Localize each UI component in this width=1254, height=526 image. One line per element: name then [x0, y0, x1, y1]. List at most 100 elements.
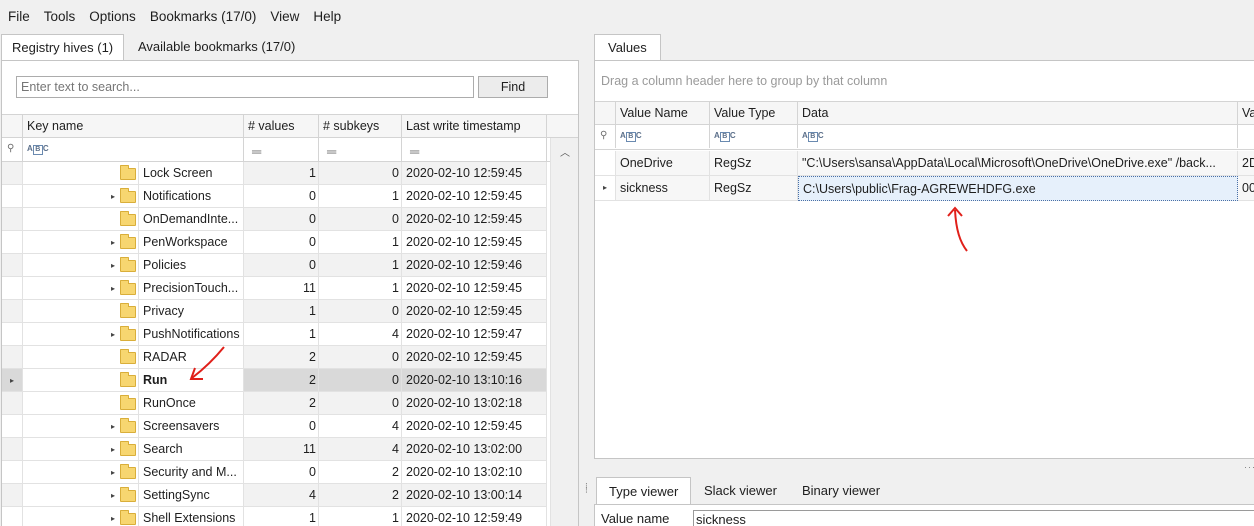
key-name-cell[interactable]: PenWorkspace — [139, 231, 244, 254]
key-row[interactable]: ▸ PushNotifications 1 4 2020-02-10 12:59:47 — [2, 323, 547, 346]
key-name-cell[interactable]: Security and M... — [139, 461, 244, 484]
expand-icon[interactable]: ▸ — [111, 231, 115, 253]
panel-splitter[interactable]: ⁝ ⁝ — [585, 482, 589, 495]
tab-binary-viewer[interactable]: Binary viewer — [790, 477, 892, 504]
key-row[interactable]: ▸ SettingSync 4 2 2020-02-10 13:00:14 — [2, 484, 547, 507]
scroll-up-icon[interactable]: ︿ — [560, 144, 570, 159]
group-by-bar[interactable]: Drag a column header here to group by th… — [595, 61, 1254, 101]
column-header-key-name[interactable]: Key name — [23, 115, 244, 138]
expand-icon[interactable]: ▸ — [111, 254, 115, 276]
key-name-cell[interactable]: Screensavers — [139, 415, 244, 438]
vertical-scrollbar[interactable]: ︿ — [550, 138, 578, 526]
key-row[interactable]: ▸ PrecisionTouch... 11 1 2020-02-10 12:59:45 — [2, 277, 547, 300]
data-cell[interactable]: "C:\Users\sansa\AppData\Local\Microsoft\… — [798, 151, 1238, 176]
key-row[interactable]: ▸ Policies 0 1 2020-02-10 12:59:46 — [2, 254, 547, 277]
value-type-cell[interactable]: RegSz — [710, 176, 798, 201]
search-input[interactable] — [16, 76, 474, 98]
key-row[interactable]: RADAR 2 0 2020-02-10 12:59:45 — [2, 346, 547, 369]
expand-icon[interactable]: ▸ — [111, 323, 115, 345]
folder-icon — [120, 257, 136, 272]
tab-values[interactable]: Values — [594, 34, 661, 61]
value-type-cell[interactable]: RegSz — [710, 151, 798, 176]
filter-data[interactable]: ABC — [798, 125, 1238, 148]
value-slack-cell[interactable]: 2D — [1238, 151, 1254, 176]
filter-value-type[interactable]: ABC — [710, 125, 798, 148]
expand-icon[interactable]: ▸ — [111, 507, 115, 526]
tab-available-bookmarks[interactable]: Available bookmarks (17/0) — [128, 34, 305, 60]
data-cell[interactable]: C:\Users\public\Frag-AGREWEHDFG.exe — [798, 176, 1238, 201]
key-name-cell[interactable]: PrecisionTouch... — [139, 277, 244, 300]
column-header-value-name[interactable]: Value Name — [616, 102, 710, 125]
value-slack-cell[interactable]: 00 — [1238, 176, 1254, 201]
expand-icon[interactable]: ▸ — [111, 461, 115, 483]
key-name-cell[interactable]: Shell Extensions — [139, 507, 244, 526]
column-header-value-slack[interactable]: Va — [1238, 102, 1254, 125]
expand-icon[interactable]: ▸ — [111, 185, 115, 207]
key-row[interactable]: RunOnce 2 0 2020-02-10 13:02:18 — [2, 392, 547, 415]
key-row[interactable]: Privacy 1 0 2020-02-10 12:59:45 — [2, 300, 547, 323]
key-row[interactable]: ▸ Search 11 4 2020-02-10 13:02:00 — [2, 438, 547, 461]
row-indicator — [2, 208, 23, 231]
column-header-values[interactable]: # values — [244, 115, 319, 138]
row-indicator — [2, 300, 23, 323]
filter-subkeys[interactable]: ═ — [319, 138, 402, 161]
filter-timestamp[interactable]: ═ — [402, 138, 547, 161]
resize-grip-icon[interactable]: ··· — [1244, 462, 1254, 472]
key-name-cell[interactable]: RunOnce — [139, 392, 244, 415]
key-name-cell[interactable]: Policies — [139, 254, 244, 277]
menu-view[interactable]: View — [263, 0, 306, 33]
filter-value-name[interactable]: ABC — [616, 125, 710, 148]
value-name-cell[interactable]: sickness — [616, 176, 710, 201]
key-name-cell[interactable]: Run — [139, 369, 244, 392]
column-header-subkeys[interactable]: # subkeys — [319, 115, 402, 138]
filter-values[interactable]: ═ — [244, 138, 319, 161]
key-name-cell[interactable]: Search — [139, 438, 244, 461]
key-row[interactable]: ▸ Shell Extensions 1 1 2020-02-10 12:59:49 — [2, 507, 547, 526]
text-filter-icon: ABC — [802, 131, 825, 142]
key-row[interactable]: OnDemandInte... 0 0 2020-02-10 12:59:45 — [2, 208, 547, 231]
values-count-cell: 0 — [244, 415, 319, 438]
value-row[interactable]: ▸ sickness RegSz C:\Users\public\Frag-AGREW… — [595, 176, 1254, 201]
value-name-field[interactable]: sickness — [693, 510, 1254, 526]
tab-type-viewer[interactable]: Type viewer — [596, 477, 692, 505]
menu-file[interactable]: File — [1, 0, 37, 33]
key-row[interactable]: ▸ Security and M... 0 2 2020-02-10 13:02:10 — [2, 461, 547, 484]
column-header-timestamp[interactable]: Last write timestamp — [402, 115, 547, 138]
tab-registry-hives[interactable]: Registry hives (1) — [1, 34, 125, 61]
folder-icon — [120, 441, 136, 456]
key-name-cell[interactable]: Notifications — [139, 185, 244, 208]
key-name-cell[interactable]: OnDemandInte... — [139, 208, 244, 231]
expand-icon[interactable]: ▸ — [111, 484, 115, 506]
subkeys-count-cell: 0 — [319, 369, 402, 392]
key-name-cell[interactable]: PushNotifications — [139, 323, 244, 346]
expand-icon[interactable]: ▸ — [111, 438, 115, 460]
current-row-icon: ▸ — [603, 183, 608, 192]
row-indicator-header — [595, 102, 616, 125]
value-row[interactable]: OneDrive RegSz "C:\Users\sansa\AppData\Loc… — [595, 151, 1254, 176]
key-row[interactable]: ▸ Screensavers 0 4 2020-02-10 12:59:45 — [2, 415, 547, 438]
key-row[interactable]: ▸ PenWorkspace 0 1 2020-02-10 12:59:45 — [2, 231, 547, 254]
value-name-cell[interactable]: OneDrive — [616, 151, 710, 176]
row-indicator: ▸ — [595, 176, 616, 201]
menu-tools[interactable]: Tools — [37, 0, 83, 33]
subkeys-count-cell: 0 — [319, 162, 402, 185]
menu-help[interactable]: Help — [306, 0, 348, 33]
column-header-data[interactable]: Data — [798, 102, 1238, 125]
folder-icon — [120, 372, 136, 387]
tree-indent: ▸ — [23, 185, 139, 208]
filter-key-name[interactable]: ABC — [23, 138, 244, 161]
key-row[interactable]: ▸ Notifications 0 1 2020-02-10 12:59:45 — [2, 185, 547, 208]
column-header-value-type[interactable]: Value Type — [710, 102, 798, 125]
menu-bookmarks[interactable]: Bookmarks (17/0) — [143, 0, 264, 33]
key-name-cell[interactable]: SettingSync — [139, 484, 244, 507]
key-row[interactable]: ▸ Run 2 0 2020-02-10 13:10:16 — [2, 369, 547, 392]
menu-options[interactable]: Options — [82, 0, 143, 33]
key-name-cell[interactable]: Privacy — [139, 300, 244, 323]
key-row[interactable]: Lock Screen 1 0 2020-02-10 12:59:45 — [2, 162, 547, 185]
find-button[interactable]: Find — [478, 76, 548, 98]
key-name-cell[interactable]: RADAR — [139, 346, 244, 369]
tab-slack-viewer[interactable]: Slack viewer — [692, 477, 789, 504]
key-name-cell[interactable]: Lock Screen — [139, 162, 244, 185]
expand-icon[interactable]: ▸ — [111, 415, 115, 437]
expand-icon[interactable]: ▸ — [111, 277, 115, 299]
